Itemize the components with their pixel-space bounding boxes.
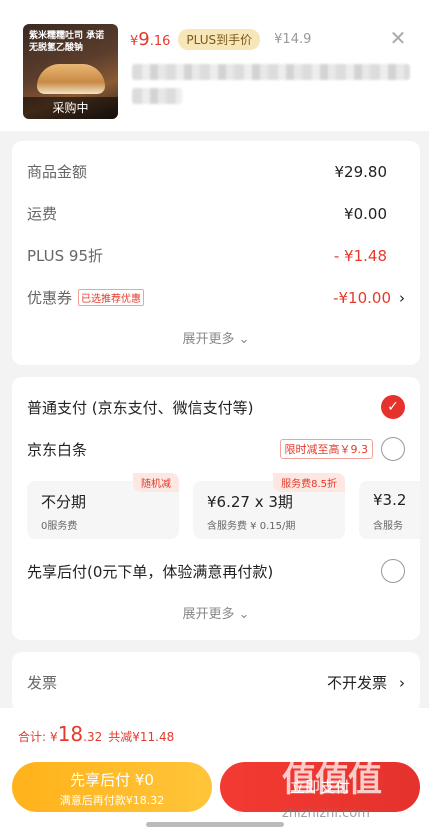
close-icon[interactable]: ✕	[386, 26, 410, 50]
plan-main: ¥3.2	[373, 491, 407, 509]
plan-option[interactable]: ¥3.2 含服务	[359, 481, 420, 539]
blurred-address-line	[132, 64, 410, 80]
price-decimal: .16	[149, 33, 171, 49]
invoice-row: 发票 不开发票 ›	[27, 672, 405, 693]
coupon-label-group: 优惠券 已选推荐优惠	[27, 287, 145, 308]
invoice-card[interactable]: 发票 不开发票 ›	[12, 652, 420, 712]
expand-more-label: 展开更多	[182, 332, 235, 347]
shipping-row: 运费 ¥0.00	[27, 203, 405, 224]
watermark-logo: 值值值	[282, 760, 382, 800]
blurred-address-line-2	[132, 88, 182, 104]
goods-amount-label: 商品金额	[27, 163, 88, 181]
expand-more-label: 展开更多	[182, 607, 235, 622]
chevron-down-icon: ⌄	[238, 332, 250, 347]
total-currency: ¥	[50, 730, 58, 744]
plus-discount-label: PLUS 95折	[27, 247, 104, 265]
plus-discount-row: PLUS 95折 - ¥1.48	[27, 245, 405, 266]
invoice-value: 不开发票	[326, 674, 387, 692]
shipping-label: 运费	[27, 205, 58, 223]
pay-later-button-title: 先享后付 ¥0	[70, 771, 154, 789]
home-indicator[interactable]	[146, 822, 284, 827]
goods-amount-value: ¥29.80	[334, 162, 388, 181]
pay-later-radio[interactable]	[381, 559, 405, 583]
coupon-tag: 已选推荐优惠	[78, 289, 145, 306]
plan-option[interactable]: 服务费8.5折 ¥6.27 x 3期 含服务费 ¥ 0.15/期	[193, 473, 345, 539]
payment-method-card: 普通支付 (京东支付、微信支付等) ✓ 京东白条 限时减至高￥9.3 随机减 不…	[12, 377, 420, 640]
product-thumbnail[interactable]: 紫米糯糯吐司 承诺无脱氢乙酸钠 采购中	[23, 24, 118, 119]
pay-later-label: 先享后付(0元下单，体验满意再付款)	[27, 562, 274, 581]
plan-tag: 服务费8.5折	[273, 473, 345, 492]
chevron-right-icon: ›	[399, 673, 405, 692]
total-label: 合计:	[18, 730, 47, 744]
plus-price-badge: PLUS到手价	[178, 28, 261, 50]
plan-tag: 随机减	[133, 473, 179, 492]
product-header: 紫米糯糯吐司 承诺无脱氢乙酸钠 采购中 ¥9.16 PLUS到手价 ¥14.9 …	[0, 0, 429, 131]
shipping-value: ¥0.00	[344, 204, 387, 223]
coupon-row[interactable]: 优惠券 已选推荐优惠 -¥10.00 ›	[27, 287, 405, 308]
plan-main: ¥6.27 x 3期	[207, 493, 293, 511]
plus-discount-value: - ¥1.48	[333, 246, 387, 265]
pay-later-button[interactable]: 先享后付 ¥0 满意后再付款¥18.32	[12, 762, 212, 812]
price-row: ¥9.16 PLUS到手价 ¥14.9	[130, 28, 311, 50]
pay-later-button-sub: 满意后再付款¥18.32	[59, 794, 165, 807]
coupon-label: 优惠券	[27, 289, 73, 307]
chevron-down-icon: ⌄	[238, 607, 250, 622]
current-price: ¥9.16	[130, 29, 170, 50]
plan-sub: 0服务费	[41, 521, 78, 532]
purchase-status: 采购中	[23, 97, 118, 119]
coupon-value-group: -¥10.00 ›	[333, 289, 405, 307]
expand-more-payment[interactable]: 展开更多 ⌄	[12, 603, 420, 622]
total-saved: 共减¥11.48	[108, 730, 175, 744]
total-decimal: .32	[83, 730, 103, 744]
invoice-value-group: 不开发票 ›	[327, 672, 405, 693]
plan-main: 不分期	[41, 493, 87, 511]
expand-more-summary[interactable]: 展开更多 ⌄	[12, 328, 420, 347]
price-summary-card: 商品金额 ¥29.80 运费 ¥0.00 PLUS 95折 - ¥1.48 优惠…	[12, 141, 420, 365]
order-total: 合计: ¥ 18 .32 共减¥11.48	[18, 722, 174, 746]
goods-amount-row: 商品金额 ¥29.80	[27, 161, 405, 182]
installment-plans: 随机减 不分期 0服务费 服务费8.5折 ¥6.27 x 3期 含服务费 ¥ 0…	[27, 377, 420, 557]
pay-later-row[interactable]: 先享后付(0元下单，体验满意再付款)	[27, 559, 405, 583]
invoice-label: 发票	[27, 674, 58, 692]
watermark-url: zhizhizhi.com	[282, 806, 370, 821]
coupon-value: -¥10.00	[333, 288, 391, 307]
plan-sub: 含服务	[373, 521, 403, 532]
bread-image	[37, 64, 105, 94]
chevron-right-icon: ›	[399, 288, 405, 307]
plan-sub: 含服务费 ¥ 0.15/期	[207, 521, 296, 532]
thumbnail-text: 紫米糯糯吐司 承诺无脱氢乙酸钠	[29, 31, 105, 53]
price-integer: 9	[138, 28, 150, 50]
total-integer: 18	[57, 722, 84, 746]
original-price: ¥14.9	[274, 31, 312, 47]
plan-option[interactable]: 随机减 不分期 0服务费	[27, 473, 179, 539]
